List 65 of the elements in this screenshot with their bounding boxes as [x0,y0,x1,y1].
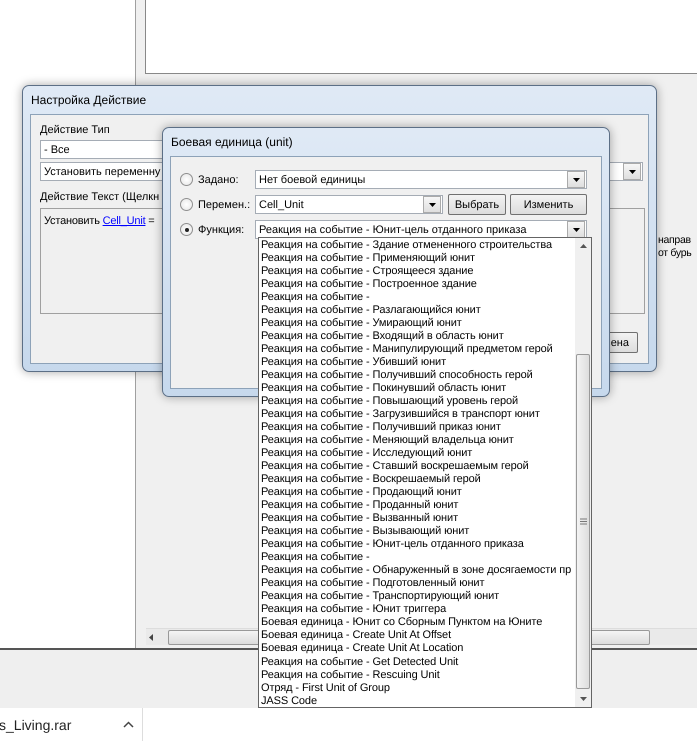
scroll-left-icon[interactable] [149,634,153,640]
list-item[interactable]: Реакция на событие - Проданный юнит [259,499,575,512]
list-item[interactable]: Реакция на событие - Покинувший область юнит [259,382,575,396]
radio-button[interactable] [180,223,193,236]
grip-icon [580,518,586,525]
list-item[interactable]: Реакция на событие - Меняющий владельца юнит [259,434,575,448]
list-item[interactable]: Боевая единица - Create Unit At Location [259,642,575,656]
value-combo[interactable]: Реакция на событие - Юнит-цель отданного приказа [255,220,587,239]
list-item[interactable]: Реакция на событие - Повышающий уровень герой [259,395,575,408]
option-label: Задано: [198,174,239,186]
section-label: Действие Текст (Щелкн [40,191,160,203]
radio-button[interactable] [180,198,193,211]
background-text: направ [658,234,691,246]
list-item[interactable]: Реакция на событие - Разлагающийся юнит [259,304,575,318]
list-item[interactable]: Отряд - First Unit of Group [259,682,575,695]
dropdown-arrow-icon [628,170,636,174]
list-item[interactable]: Реакция на событие - Входящий в область юнит [259,330,575,344]
vertical-scrollbar[interactable] [575,238,591,707]
list-item[interactable]: Реакция на событие - Обнаруженный в зоне досягаемости пр [259,564,575,578]
section-label: Действие Тип [40,124,111,136]
list-item[interactable]: Реакция на событие - Транспортирующий юнит [259,590,575,604]
option-label: Функция: [198,224,244,236]
list-item[interactable]: JASS Code [259,694,575,707]
value-combo[interactable]: Cell_Unit [255,195,443,214]
list-item[interactable]: Реакция на событие - Воскрешаемый герой [259,473,575,486]
background-text: от бурь [658,247,692,259]
list-item[interactable]: Реакция на событие - Юнит триггера [259,603,575,616]
action-text: Установить Cell_Unit = [44,215,155,227]
list-item[interactable]: Реакция на событие - Подготовленный юнит [259,577,575,590]
list-item[interactable]: Реакция на событие - Получивший способность герой [259,369,575,382]
list-item[interactable]: Реакция на событие - Построенное здание [259,278,575,292]
option-label: Перемен.: [198,198,250,210]
list-item[interactable]: Реакция на событие - Вызывающий юнит [259,525,575,538]
list-item[interactable]: Реакция на событие - Исследующий юнит [259,447,575,460]
caret-icon[interactable] [123,721,134,728]
radio-button[interactable] [180,173,193,186]
list-item[interactable]: Реакция на событие - Вызванный юнит [259,512,575,526]
list-item[interactable]: Реакция на событие - Манипулирующий предметом герой [259,343,575,356]
list-item[interactable]: Реакция на событие - Умирающий юнит [259,317,575,330]
list-item[interactable]: Реакция на событие - Строящееся здание [259,265,575,278]
dropdown-arrow-icon [428,202,436,206]
dialog-button[interactable]: Изменить [510,194,587,215]
scroll-down-icon[interactable] [580,697,586,701]
list-item[interactable]: Реакция на событие - Убивший юнит [259,356,575,370]
list-item[interactable]: Реакция на событие - Ставший воскрешаемым герой [259,460,575,474]
list-item[interactable]: Реакция на событие - [259,291,575,304]
list-item[interactable]: Реакция на событие - Продающий юнит [259,486,575,500]
list-item[interactable]: Реакция на событие - Применяющий юнит [259,252,575,266]
value-combo[interactable]: Нет боевой единицы [255,170,587,189]
scroll-up-icon[interactable] [580,244,586,248]
list-item[interactable]: Боевая единица - Create Unit At Offset [259,629,575,642]
scroll-thumb[interactable] [576,354,590,689]
dropdown-arrow-icon [572,228,580,232]
list-item[interactable]: Реакция на событие - Получивший приказ юнит [259,421,575,434]
list-item[interactable]: Реакция на событие - Загрузившийся в транспорт юнит [259,408,575,422]
list-item[interactable]: Боевая единица - Юнит со Сборным Пунктом на Юните [259,616,575,630]
variable-link[interactable]: Cell_Unit [102,215,146,227]
list-item[interactable]: Реакция на событие - Юнит-цель отданного приказа [259,538,575,552]
list-item[interactable]: Реакция на событие - Rescuing Unit [259,668,575,682]
list-item[interactable]: Реакция на событие - Здание отмененного строительства [259,239,575,252]
dropdown-arrow-icon [572,178,580,182]
list-item[interactable]: Реакция на событие - [259,551,575,564]
window-title: Настройка Действие [30,92,148,109]
dialog-button[interactable]: Выбрать [448,194,506,215]
list-item[interactable]: Реакция на событие - Get Detected Unit [259,656,575,669]
